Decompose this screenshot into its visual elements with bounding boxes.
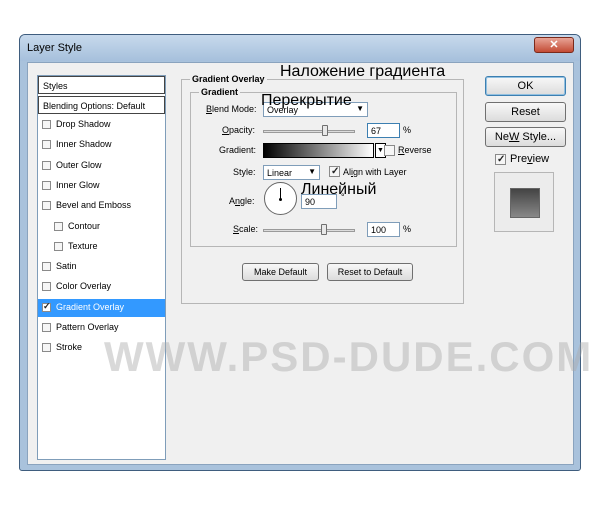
opacity-label: Opacity: bbox=[222, 125, 256, 135]
sidebar-item-label: Satin bbox=[56, 261, 77, 272]
styles-header[interactable]: Styles bbox=[38, 76, 165, 94]
scale-label: Scale: bbox=[233, 224, 259, 234]
group-title-gradient: Gradient bbox=[199, 87, 241, 97]
sidebar-item-texture[interactable]: Texture bbox=[38, 238, 165, 256]
sidebar-item-outer-glow[interactable]: Outer Glow bbox=[38, 157, 165, 175]
sidebar-item-label: Drop Shadow bbox=[56, 119, 111, 129]
checkbox[interactable] bbox=[42, 180, 51, 190]
watermark-text: WWW.PSD-DUDE.COM bbox=[104, 333, 594, 380]
preview-swatch bbox=[510, 188, 540, 218]
checkmark-icon: ✓ bbox=[331, 166, 340, 177]
checkbox[interactable] bbox=[42, 201, 51, 211]
checkbox[interactable] bbox=[42, 160, 51, 170]
annotation-overlay: Перекрытие bbox=[261, 92, 352, 109]
sidebar-item-label: Inner Shadow bbox=[56, 139, 112, 150]
checkbox[interactable] bbox=[42, 262, 51, 272]
reset-to-default-button[interactable]: Reset to Default bbox=[327, 263, 413, 281]
opacity-slider[interactable] bbox=[263, 130, 355, 133]
chevron-down-icon: ▼ bbox=[356, 104, 364, 113]
window-title: Layer Style bbox=[27, 42, 83, 54]
dialog-body: Styles Blending Options: Default Drop Sh… bbox=[27, 62, 574, 465]
opacity-input[interactable]: 67 bbox=[367, 123, 400, 138]
sidebar-item-inner-shadow[interactable]: Inner Shadow bbox=[38, 136, 165, 154]
angle-dial[interactable] bbox=[264, 182, 297, 215]
style-select[interactable]: Linear ▼ bbox=[263, 165, 320, 180]
sidebar-item-label: Texture bbox=[68, 240, 98, 251]
ok-button[interactable]: OK bbox=[485, 76, 566, 96]
opacity-unit: % bbox=[403, 125, 412, 135]
checkmark-icon: ✓ bbox=[43, 300, 51, 311]
annotation-gradient-overlay: Наложение градиента bbox=[280, 63, 446, 80]
make-default-button[interactable]: Make Default bbox=[242, 263, 319, 281]
checkbox[interactable]: ✓ bbox=[42, 300, 51, 312]
sidebar-item-label: Stroke bbox=[56, 342, 83, 353]
checkbox[interactable] bbox=[54, 221, 63, 231]
close-icon[interactable]: ✕ bbox=[534, 37, 574, 53]
sidebar-item-label: Color Overlay bbox=[56, 281, 112, 292]
blend-mode-label: Blend Mode: bbox=[206, 104, 257, 114]
sidebar-item-color-overlay[interactable]: Color Overlay bbox=[38, 278, 165, 296]
sidebar-item-drop-shadow[interactable]: Drop Shadow bbox=[38, 116, 165, 134]
style-label: Style: bbox=[233, 167, 256, 177]
scale-input[interactable]: 100 bbox=[367, 222, 400, 237]
reverse-label: Reverse bbox=[398, 145, 432, 155]
gradient-label: Gradient: bbox=[219, 145, 257, 155]
annotation-linear: Линейный bbox=[301, 181, 377, 198]
align-with-layer-checkbox[interactable]: ✓ bbox=[329, 166, 340, 177]
align-with-layer-label: Align with Layer bbox=[343, 167, 407, 177]
checkbox[interactable] bbox=[42, 343, 51, 353]
gradient-subgroup: Gradient Blend Mode: Overlay ▼ Opacity: … bbox=[190, 87, 457, 247]
checkbox[interactable] bbox=[54, 241, 63, 251]
gradient-picker[interactable] bbox=[263, 143, 374, 158]
group-title-gradient-overlay: Gradient Overlay bbox=[190, 74, 267, 84]
sidebar-item-label: Outer Glow bbox=[56, 159, 102, 170]
blending-options-item[interactable]: Blending Options: Default bbox=[38, 96, 165, 114]
sidebar-item-label: Pattern Overlay bbox=[56, 322, 119, 332]
styles-list: Styles Blending Options: Default Drop Sh… bbox=[37, 75, 166, 460]
checkbox[interactable] bbox=[42, 120, 51, 129]
preview-checkbox[interactable]: ✓ bbox=[495, 154, 506, 165]
checkbox[interactable] bbox=[42, 140, 51, 150]
checkmark-icon: ✓ bbox=[497, 154, 506, 165]
sidebar-item-bevel-and-emboss[interactable]: Bevel and Emboss bbox=[38, 197, 165, 215]
sidebar-item-gradient-overlay[interactable]: ✓ Gradient Overlay bbox=[38, 298, 165, 317]
angle-center bbox=[279, 198, 282, 201]
scale-slider[interactable] bbox=[263, 229, 355, 232]
chevron-down-icon: ▼ bbox=[308, 167, 316, 176]
new-style-button[interactable]: NeW Style... bbox=[485, 127, 566, 147]
sidebar-item-contour[interactable]: Contour bbox=[38, 218, 165, 236]
sidebar-item-inner-glow[interactable]: Inner Glow bbox=[38, 177, 165, 195]
title-bar[interactable]: Layer Style ✕ bbox=[20, 35, 580, 61]
sidebar-item-satin[interactable]: Satin bbox=[38, 258, 165, 276]
sidebar-item-label: Contour bbox=[68, 220, 101, 231]
scale-unit: % bbox=[403, 224, 412, 234]
reverse-checkbox[interactable] bbox=[384, 145, 395, 156]
opacity-slider-thumb[interactable] bbox=[321, 125, 328, 136]
reset-button[interactable]: Reset bbox=[485, 102, 566, 122]
sidebar-item-label: Gradient Overlay bbox=[56, 301, 125, 312]
checkbox[interactable] bbox=[42, 282, 51, 292]
checkbox[interactable] bbox=[42, 323, 51, 332]
preview-label: Preview bbox=[510, 153, 550, 165]
sidebar-item-label: Bevel and Emboss bbox=[56, 200, 132, 211]
angle-label: Angle: bbox=[229, 196, 255, 206]
preview-thumbnail bbox=[494, 172, 554, 232]
sidebar-item-label: Inner Glow bbox=[56, 179, 100, 190]
scale-slider-thumb[interactable] bbox=[321, 224, 328, 235]
